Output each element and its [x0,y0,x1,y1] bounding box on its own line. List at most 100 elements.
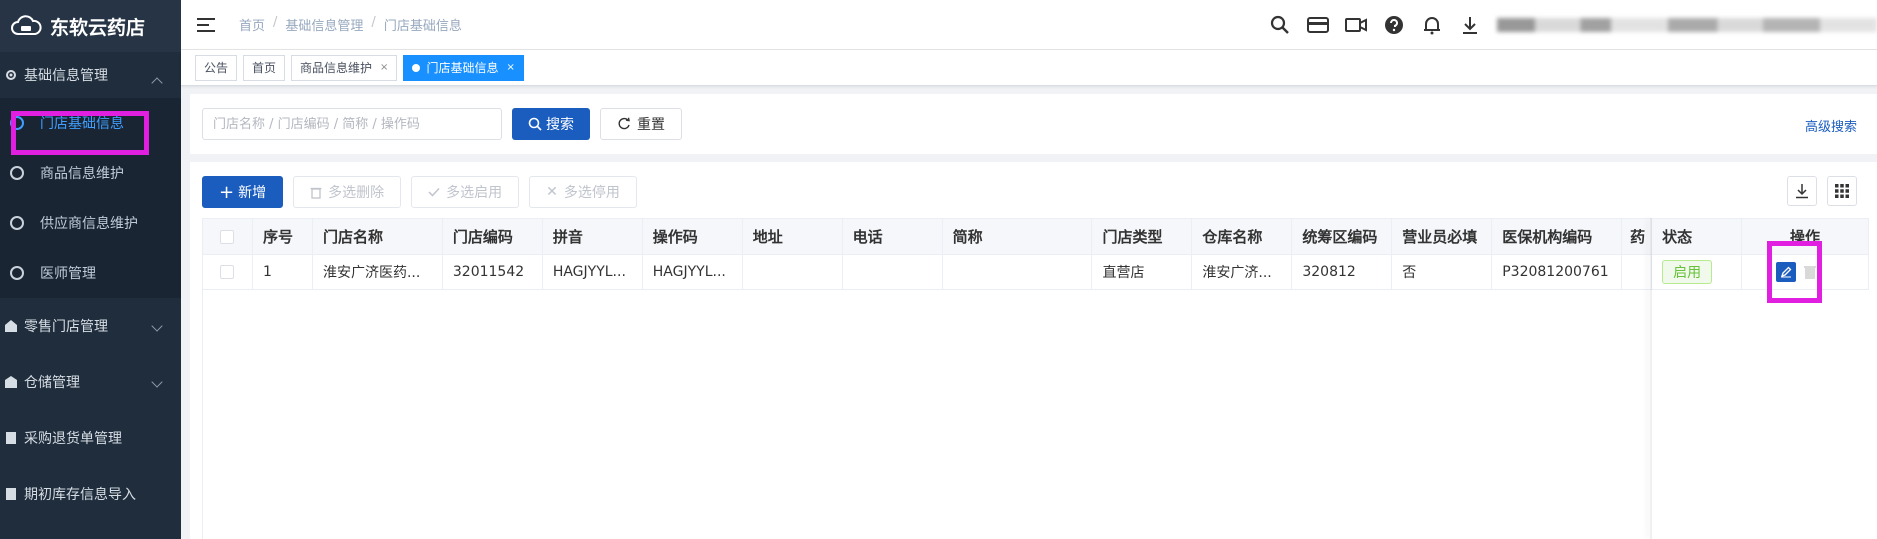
user-info-blurred[interactable] [1497,18,1877,32]
checkbox[interactable] [220,265,235,279]
menu-group-basic-info[interactable]: 基础信息管理 [0,52,181,98]
export-button[interactable] [1787,176,1817,206]
sidebar-item-label: 供应商信息维护 [40,216,138,232]
header-cell: 营业员必填 [1392,219,1493,255]
table-cell: 1 [252,255,313,290]
top-toolbar [1269,0,1877,50]
table-right-tools [1787,176,1857,206]
menu-group-label: 基础信息管理 [24,68,108,84]
sidebar: 东软云药店 基础信息管理 门店基础信息 商品信息维护 供应商信息维护 医师管理 … [0,0,181,539]
batch-enable-label: 多选启用 [446,185,503,201]
header-cell: 门店编码 [442,219,543,255]
tag-label: 商品信息维护 [300,61,373,75]
status-cell: 启用 [1652,255,1743,290]
x-icon: ✕ [546,184,558,200]
batch-delete-button[interactable]: 多选删除 [293,176,402,208]
chevron-down-icon [151,320,163,332]
tag-product-info[interactable]: 商品信息维护 × [291,54,398,81]
header-cell: 简称 [942,219,1093,255]
table-cell: 320812 [1292,255,1393,290]
batch-delete-label: 多选删除 [328,185,385,201]
circle-icon [10,166,24,180]
header-cell: 仓库名称 [1192,219,1293,255]
search-input[interactable] [202,108,502,140]
tag-label: 首页 [252,61,277,75]
batch-enable-button[interactable]: 多选启用 [411,176,520,208]
tag-announcement[interactable]: 公告 [195,54,238,81]
grid-icon [1835,184,1849,198]
checkbox[interactable] [220,229,235,244]
table-cell: HAGJYYL... [542,255,643,290]
header-cell: 序号 [252,219,313,255]
menu-group-label: 期初库存信息导入 [24,487,136,503]
sidebar-item-supplier-info[interactable]: 供应商信息维护 [0,198,181,248]
header-cell: 地址 [742,219,843,255]
menu-group-label: 采购退货单管理 [24,431,122,447]
breadcrumb-separator: / [273,15,278,30]
refresh-icon [618,117,630,130]
batch-disable-button[interactable]: ✕ 多选停用 [529,176,637,208]
search-icon [528,117,542,131]
sidebar-item-label: 商品信息维护 [40,166,124,182]
header-cell: 电话 [842,219,943,255]
header-cell: 拼音 [542,219,643,255]
table-cell: 直营店 [1092,255,1193,290]
tag-label: 门店基础信息 [426,61,499,75]
plus-icon: + [219,181,235,203]
import-icon [6,488,16,500]
help-icon[interactable] [1383,14,1405,36]
header-cell: 状态 [1652,219,1743,255]
chevron-up-icon [151,77,163,89]
header-select-all[interactable] [203,219,253,255]
close-icon[interactable]: × [380,62,388,73]
cloud-logo-icon [11,15,42,35]
warehouse-icon [5,376,17,388]
tag-home[interactable]: 首页 [243,54,286,81]
bell-icon[interactable] [1421,14,1443,36]
table-cell [1622,255,1653,290]
store-table: 序号 门店名称 门店编码 拼音 操作码 地址 电话 简称 门店类型 仓库名称 统… [202,218,1869,290]
menu-toggle-icon[interactable] [197,17,215,32]
search-icon[interactable] [1269,14,1291,36]
close-icon[interactable]: × [506,62,514,73]
document-icon [6,432,16,444]
header-cell: 操作码 [642,219,743,255]
breadcrumb-item-home[interactable]: 首页 [239,15,265,34]
sidebar-item-physician[interactable]: 医师管理 [0,248,181,298]
circle-icon [10,216,24,230]
breadcrumb-item-basic-info[interactable]: 基础信息管理 [285,15,363,34]
add-button-label: 新增 [238,185,267,201]
chevron-down-icon [151,376,163,388]
table-cell [742,255,843,290]
table-cell: 32011542 [442,255,543,290]
advanced-search-link[interactable]: 高级搜索 [1805,116,1857,135]
menu-group-purchase-return[interactable]: 采购退货单管理 [0,410,181,466]
store-icon [5,320,17,332]
menu-group-retail-store[interactable]: 零售门店管理 [0,298,181,354]
header-cell: 药 [1622,219,1653,255]
tags-view-bar: 公告 首页 商品信息维护 × 门店基础信息 × [181,50,1877,86]
table-row[interactable]: 1 淮安广济医药... 32011542 HAGJYYL... HAGJYYL.… [203,255,1869,290]
menu-group-warehouse[interactable]: 仓储管理 [0,354,181,410]
app-name: 东软云药店 [50,16,146,39]
menu-group-label: 零售门店管理 [24,319,108,335]
reset-button[interactable]: 重置 [600,108,682,140]
row-select-cell[interactable] [203,255,253,290]
add-button[interactable]: + 新增 [202,176,284,208]
search-button[interactable]: 搜索 [512,108,590,140]
search-panel: 搜索 重置 高级搜索 [190,94,1877,154]
sidebar-item-product-info[interactable]: 商品信息维护 [0,148,181,198]
table-cell: HAGJYYL... [642,255,743,290]
video-camera-icon[interactable] [1345,14,1367,36]
download-icon[interactable] [1459,14,1481,36]
tag-store-basic-info[interactable]: 门店基础信息 × [403,54,524,81]
menu-group-initial-stock[interactable]: 期初库存信息导入 [0,466,181,522]
search-button-label: 搜索 [546,117,574,133]
gear-icon [6,70,16,80]
app-logo[interactable]: 东软云药店 [0,0,181,52]
column-settings-button[interactable] [1827,176,1857,206]
download-icon [1796,184,1808,199]
card-icon[interactable] [1307,14,1329,36]
batch-disable-label: 多选停用 [563,185,620,201]
breadcrumb-item-current: 门店基础信息 [383,19,462,34]
